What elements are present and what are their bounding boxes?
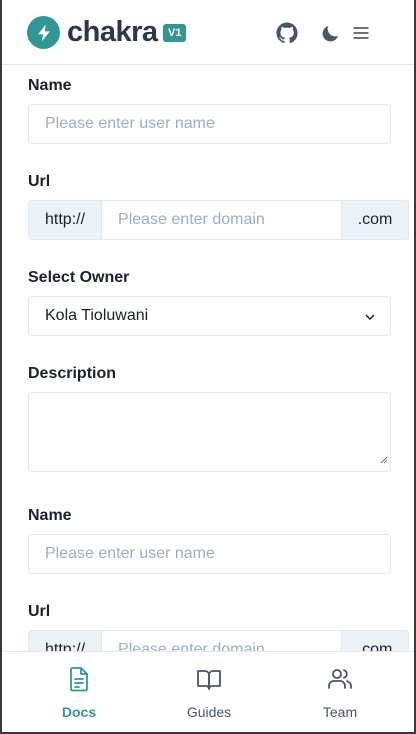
domain-input[interactable] <box>102 200 342 240</box>
top-header: chakra V1 <box>2 0 414 65</box>
bolt-logo-icon[interactable] <box>27 16 60 49</box>
nav-item-team[interactable]: Team <box>300 666 380 720</box>
app-frame: chakra V1 Name Url http:// .co <box>0 0 416 734</box>
logo-text[interactable]: chakra <box>67 14 158 50</box>
url-input-group-2: http:// .com <box>28 630 410 651</box>
document-icon <box>39 666 119 694</box>
url-prefix-addon-2: http:// <box>28 630 103 651</box>
url-label: Url <box>28 173 51 190</box>
owner-select-value: Kola Tioluwani <box>45 307 149 324</box>
url-input-group: http:// .com <box>28 200 410 240</box>
resize-grip-icon[interactable] <box>380 451 388 469</box>
url-prefix-addon: http:// <box>28 200 103 240</box>
version-badge: V1 <box>163 24 187 42</box>
name-label-2: Name <box>28 507 72 524</box>
nav-label-guides: Guides <box>186 704 232 720</box>
url-suffix-addon-2: .com <box>341 630 410 651</box>
domain-input-2[interactable] <box>102 630 342 651</box>
url-suffix-addon: .com <box>341 200 410 240</box>
users-icon <box>300 666 380 694</box>
owner-label: Select Owner <box>28 269 130 286</box>
book-icon <box>169 666 249 694</box>
moon-icon[interactable] <box>318 20 344 46</box>
bottom-nav: Docs Guides Team <box>2 651 414 732</box>
url-label-2: Url <box>28 603 51 620</box>
github-icon[interactable] <box>274 20 300 46</box>
owner-select[interactable]: Kola Tioluwani <box>28 296 391 336</box>
name-input[interactable] <box>28 104 391 144</box>
menu-icon[interactable] <box>348 20 374 46</box>
description-label: Description <box>28 365 117 382</box>
chevron-down-icon <box>364 310 376 328</box>
nav-item-guides[interactable]: Guides <box>169 666 249 720</box>
form-content: Name Url http:// .com Select Owner Kola … <box>2 65 414 651</box>
description-textarea[interactable] <box>28 392 391 472</box>
nav-item-docs[interactable]: Docs <box>39 666 119 720</box>
nav-label-docs: Docs <box>61 704 97 720</box>
nav-label-team: Team <box>322 704 358 720</box>
name-input-2[interactable] <box>28 534 391 574</box>
name-label: Name <box>28 77 72 94</box>
